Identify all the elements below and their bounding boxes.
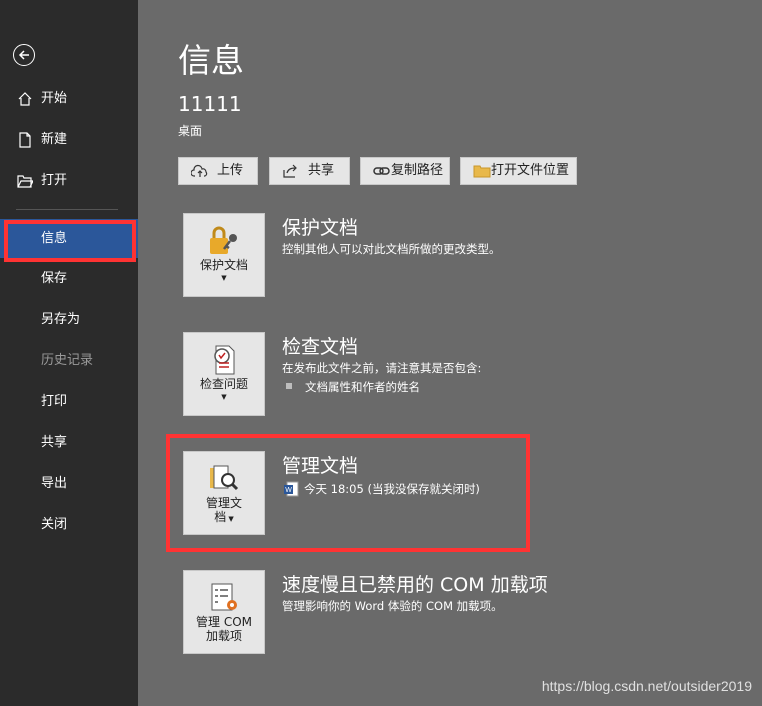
manage-com-addins-button[interactable]: 管理 COM 加载项	[183, 570, 265, 654]
sidebar-item-label: 导出	[41, 476, 68, 491]
bullet-icon	[286, 383, 292, 389]
copy-path-button[interactable]: 复制路径	[360, 157, 450, 185]
sidebar-item-label: 开始	[41, 91, 68, 106]
sidebar-item-label: 打开	[41, 173, 68, 188]
sidebar-item-share[interactable]: 共享	[0, 425, 138, 461]
section-bullet-item: 文档属性和作者的姓名	[305, 380, 420, 394]
sidebar-item-new[interactable]: 新建	[0, 122, 138, 158]
com-addins-icon	[211, 583, 237, 611]
share-button[interactable]: 共享	[269, 157, 350, 185]
dropdown-caret-icon: ▼	[221, 393, 227, 401]
dropdown-caret-icon: ▼	[221, 274, 227, 282]
section-description: 管理影响你的 Word 体验的 COM 加载项。	[282, 599, 503, 613]
sidebar-item-label: 新建	[41, 132, 68, 147]
section-description: 在发布此文件之前，请注意其是否包含:	[282, 361, 482, 375]
sidebar-item-close[interactable]: 关闭	[0, 507, 138, 543]
cloud-upload-icon	[191, 164, 208, 177]
highlight-box-info	[4, 220, 136, 262]
back-arrow-icon[interactable]	[13, 44, 35, 66]
protect-document-button[interactable]: 保护文档 ▼	[183, 213, 265, 297]
page-title: 信息	[178, 41, 244, 80]
info-pane: 信息 11111 桌面 上传 共享 复制路径 打开文件位置 保护文档 ▼ 保护文…	[138, 0, 762, 706]
lock-key-icon	[210, 226, 237, 254]
sidebar-item-save-as[interactable]: 另存为	[0, 302, 138, 338]
sidebar-item-label: 另存为	[41, 312, 81, 327]
document-location: 桌面	[178, 124, 203, 138]
upload-button[interactable]: 上传	[178, 157, 258, 185]
sidebar-item-label: 历史记录	[41, 353, 94, 368]
new-document-icon	[19, 132, 31, 148]
sidebar-item-history[interactable]: 历史记录	[0, 343, 138, 379]
watermark-text: https://blog.csdn.net/outsider2019	[541, 678, 752, 694]
home-icon	[18, 92, 32, 106]
section-title: 速度慢且已禁用的 COM 加载项	[282, 574, 548, 596]
sidebar-item-label: 共享	[41, 435, 68, 450]
sidebar-item-home[interactable]: 开始	[0, 81, 138, 117]
backstage-sidebar: 开始 新建 打开 信息 保存 另存为 历史记录 打印 共享 导出 关闭	[0, 0, 138, 706]
sidebar-item-label: 关闭	[41, 517, 68, 532]
link-icon	[373, 167, 390, 175]
folder-icon	[473, 165, 491, 178]
highlight-box-manage-document	[166, 434, 530, 552]
sidebar-item-save[interactable]: 保存	[0, 261, 138, 297]
check-for-issues-button[interactable]: 检查问题 ▼	[183, 332, 265, 416]
sidebar-item-print[interactable]: 打印	[0, 384, 138, 420]
sidebar-divider	[16, 209, 118, 210]
sidebar-item-export[interactable]: 导出	[0, 466, 138, 502]
share-icon	[283, 164, 297, 178]
section-description: 控制其他人可以对此文档所做的更改类型。	[282, 242, 501, 256]
open-folder-icon	[17, 175, 33, 188]
document-name: 11111	[178, 92, 242, 116]
section-title: 检查文档	[282, 336, 359, 358]
sidebar-item-label: 保存	[41, 271, 68, 286]
section-title: 保护文档	[282, 217, 359, 239]
sidebar-item-open[interactable]: 打开	[0, 163, 138, 199]
sidebar-item-label: 打印	[41, 394, 68, 409]
inspect-document-icon	[214, 345, 235, 375]
open-file-location-button[interactable]: 打开文件位置	[460, 157, 577, 185]
